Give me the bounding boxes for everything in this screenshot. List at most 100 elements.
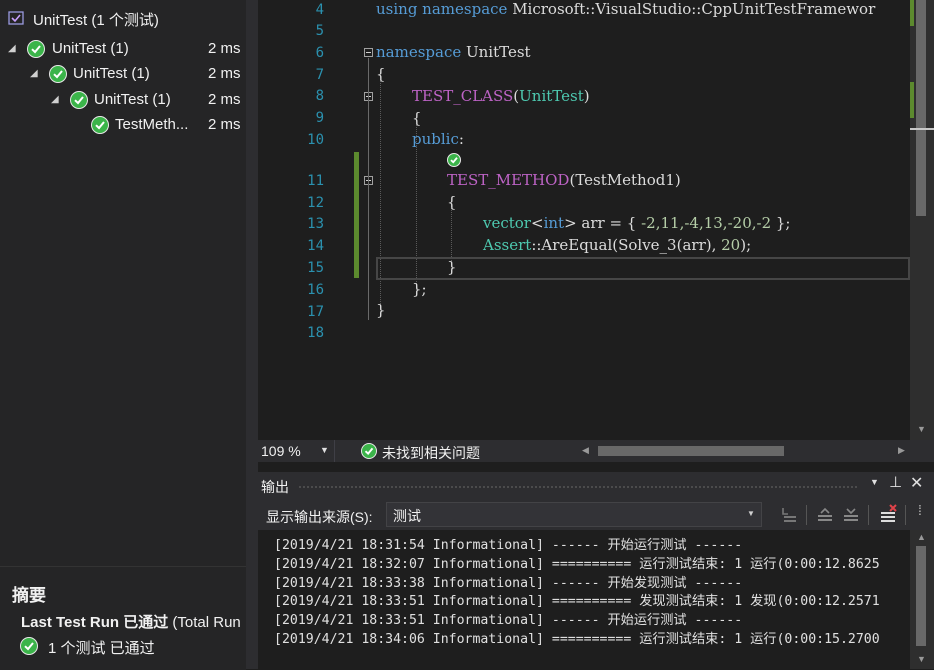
code-line-17: } bbox=[376, 301, 386, 319]
line-number-gutter: 4 5 6 7 8 9 10 11 12 13 14 15 16 17 18 bbox=[258, 0, 359, 440]
chevron-down-icon[interactable]: ▼ bbox=[747, 509, 755, 518]
toggle-word-wrap-icon[interactable]: ⁞ bbox=[918, 502, 922, 518]
code-token: UnitTest bbox=[519, 87, 584, 105]
code-token: 20 bbox=[721, 236, 741, 254]
code-token: Microsoft::VisualStudio::CppUnitTestFram… bbox=[507, 0, 876, 18]
code-editor[interactable]: 4 5 6 7 8 9 10 11 12 13 14 15 16 17 18 u… bbox=[258, 0, 934, 462]
codelens-test-passed-icon[interactable] bbox=[447, 153, 461, 167]
code-token: namespace bbox=[376, 43, 462, 61]
line-number: 15 bbox=[307, 260, 324, 276]
next-message-icon[interactable] bbox=[840, 504, 862, 526]
go-to-location-icon[interactable] bbox=[778, 504, 800, 526]
test-passed-icon bbox=[27, 40, 45, 58]
test-passed-icon bbox=[49, 65, 67, 83]
toolbar-separator bbox=[806, 505, 807, 525]
scroll-up-arrow-icon[interactable]: ▲ bbox=[917, 532, 926, 542]
code-token: ::AreEqual(Solve_3(arr), bbox=[531, 236, 722, 254]
editor-status-bar: 109 % ▼ 未找到相关问题 ◀ ▶ bbox=[258, 440, 934, 462]
expand-triangle-icon[interactable]: ◢ bbox=[30, 61, 38, 87]
code-token: Assert bbox=[483, 236, 532, 254]
output-panel: 输出 ▼ ⊥ ✕ 显示输出来源(S): 测试 ▼ ⁞ [2019/4/21 18… bbox=[258, 472, 934, 669]
tree-item-class[interactable]: ◢ UnitTest (1) 2 ms bbox=[0, 87, 246, 113]
scroll-down-arrow-icon[interactable]: ▼ bbox=[917, 654, 926, 664]
code-line-7: { bbox=[376, 65, 386, 83]
code-token: public bbox=[412, 130, 459, 148]
tree-item-label: UnitTest (1) bbox=[52, 40, 129, 57]
tree-item-label: UnitTest (1) bbox=[73, 65, 150, 82]
scroll-thumb[interactable] bbox=[916, 546, 926, 646]
tree-item-label: UnitTest (1) bbox=[94, 91, 171, 108]
code-token: -2,11,-4,13,-20,-2 bbox=[641, 214, 772, 232]
line-number: 4 bbox=[315, 2, 324, 18]
line-number: 14 bbox=[307, 238, 324, 254]
output-text-area[interactable]: [2019/4/21 18:31:54 Informational] -----… bbox=[258, 530, 934, 669]
code-line-13: vector<int> arr = { -2,11,-4,13,-20,-2 }… bbox=[483, 214, 791, 232]
code-line-8: TEST_CLASS(UnitTest) bbox=[412, 87, 590, 105]
horizontal-scroll-thumb[interactable] bbox=[598, 446, 784, 456]
code-token: using namespace bbox=[376, 0, 508, 18]
output-line: [2019/4/21 18:31:54 Informational] -----… bbox=[274, 538, 743, 553]
output-line: [2019/4/21 18:33:51 Informational] =====… bbox=[274, 594, 880, 609]
panel-menu-icon[interactable]: ▼ bbox=[870, 477, 879, 487]
code-token: > arr = { bbox=[564, 214, 642, 232]
tree-item-duration: 2 ms bbox=[208, 91, 241, 108]
code-line-15: } bbox=[447, 258, 457, 276]
tree-item-project[interactable]: ◢ UnitTest (1) 2 ms bbox=[0, 36, 246, 62]
last-test-run-text: Last Test Run 已通过 (Total Run bbox=[21, 611, 246, 632]
previous-message-icon[interactable] bbox=[814, 504, 836, 526]
scroll-thumb[interactable] bbox=[916, 0, 926, 216]
scroll-down-arrow-icon[interactable]: ▼ bbox=[917, 424, 926, 434]
line-number: 7 bbox=[315, 67, 324, 83]
expand-triangle-icon[interactable]: ◢ bbox=[8, 36, 16, 62]
code-line-6: namespace UnitTest bbox=[376, 43, 531, 61]
code-line-16: }; bbox=[412, 280, 427, 298]
tree-item-namespace[interactable]: ◢ UnitTest (1) 2 ms bbox=[0, 61, 246, 87]
code-line-11: TEST_METHOD(TestMethod1) bbox=[447, 171, 681, 189]
line-number: 16 bbox=[307, 282, 324, 298]
code-token: ); bbox=[740, 236, 752, 254]
scroll-left-arrow-icon[interactable]: ◀ bbox=[582, 445, 589, 456]
toolbar-separator bbox=[868, 505, 869, 525]
scroll-change-marker bbox=[910, 82, 914, 118]
test-explorer-panel: UnitTest (1 个测试) ◢ UnitTest (1) 2 ms ◢ U… bbox=[0, 0, 246, 670]
scroll-change-marker bbox=[910, 0, 914, 26]
output-source-dropdown[interactable]: 测试 ▼ bbox=[386, 502, 762, 527]
tree-item-duration: 2 ms bbox=[208, 116, 241, 133]
tree-item-label: TestMeth... bbox=[115, 116, 189, 133]
clear-all-icon[interactable] bbox=[878, 504, 900, 526]
line-number: 11 bbox=[307, 173, 324, 189]
issues-status-text[interactable]: 未找到相关问题 bbox=[382, 443, 480, 463]
code-line-9: { bbox=[412, 109, 422, 127]
output-source-label: 显示输出来源(S): bbox=[266, 509, 373, 525]
zoom-dropdown[interactable]: 109 % ▼ bbox=[258, 440, 335, 462]
test-explorer-header: UnitTest (1 个测试) bbox=[0, 6, 246, 32]
visual-studio-test-icon bbox=[8, 10, 26, 28]
line-number: 8 bbox=[315, 88, 324, 104]
expand-triangle-icon[interactable]: ◢ bbox=[51, 87, 59, 113]
test-passed-icon bbox=[91, 116, 109, 134]
line-number: 5 bbox=[315, 23, 324, 39]
test-summary-panel: 摘要 Last Test Run 已通过 (Total Run 1 个测试 已通… bbox=[0, 566, 246, 670]
close-icon[interactable]: ✕ bbox=[910, 473, 923, 493]
code-line-10: public: bbox=[412, 130, 464, 148]
scroll-right-arrow-icon[interactable]: ▶ bbox=[898, 445, 905, 456]
summary-passed-count[interactable]: 1 个测试 已通过 bbox=[48, 637, 155, 658]
pin-icon[interactable]: ⊥ bbox=[889, 473, 902, 491]
collapse-namespace-icon[interactable] bbox=[364, 48, 373, 57]
output-vertical-scrollbar[interactable]: ▲ ▼ bbox=[910, 530, 934, 669]
line-number: 9 bbox=[315, 110, 324, 126]
chevron-down-icon[interactable]: ▼ bbox=[320, 445, 329, 455]
output-line: [2019/4/21 18:32:07 Informational] =====… bbox=[274, 557, 880, 572]
line-number: 10 bbox=[307, 132, 324, 148]
line-number: 13 bbox=[307, 216, 324, 232]
tree-item-test-method[interactable]: TestMeth... 2 ms bbox=[0, 112, 246, 138]
panel-splitter[interactable] bbox=[246, 0, 258, 669]
title-dotted-line bbox=[298, 485, 858, 489]
output-line: [2019/4/21 18:34:06 Informational] =====… bbox=[274, 632, 880, 647]
test-passed-icon bbox=[70, 91, 88, 109]
editor-vertical-scrollbar[interactable]: ▼ bbox=[910, 0, 934, 440]
test-explorer-title: UnitTest (1 个测试) bbox=[33, 12, 159, 29]
output-line: [2019/4/21 18:33:51 Informational] -----… bbox=[274, 613, 743, 628]
code-token: vector bbox=[483, 214, 531, 232]
tree-item-duration: 2 ms bbox=[208, 65, 241, 82]
